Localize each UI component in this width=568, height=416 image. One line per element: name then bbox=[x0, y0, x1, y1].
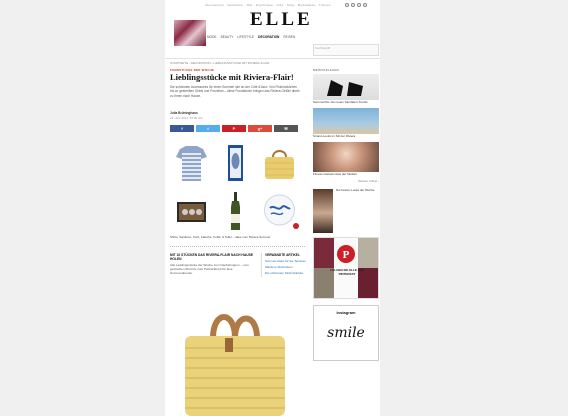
related-link[interactable]: Maritime Wohnideen bbox=[265, 265, 307, 269]
sidebar-link[interactable]: Strand-Looks im Stil der Riviera bbox=[313, 134, 379, 139]
top-links[interactable]: Abonnement · Newsletter · Wer · Ergebnis… bbox=[205, 3, 331, 7]
sidebar-link[interactable]: Sommerhits: die neuen Sandalen-Trends bbox=[313, 100, 379, 105]
twitter-icon[interactable] bbox=[351, 3, 355, 7]
gallery-item-shirt[interactable] bbox=[170, 141, 213, 187]
share-bar: f t P g+ ✉ bbox=[170, 125, 298, 132]
related-title: VERWANDTE ARTIKEL bbox=[265, 253, 300, 257]
gallery-item-bottle[interactable] bbox=[214, 188, 257, 234]
box-title: MIT 10 STÜCKEN DAS RIVIERA-FLAIR NACH HA… bbox=[170, 253, 253, 261]
related-link[interactable]: Die schönsten Picknickkörbe bbox=[265, 271, 307, 275]
sidebar-image[interactable] bbox=[313, 141, 379, 172]
sidebar-link[interactable]: Fitness-Geheimnisse der Models bbox=[313, 172, 379, 177]
related-link[interactable]: Sommer-Deko für die Terrasse bbox=[265, 259, 307, 263]
gallery-caption: Shirts, Sardinen, Korb, Flasche, Koffer … bbox=[170, 235, 271, 239]
gallery-item-basket[interactable] bbox=[258, 141, 301, 187]
pinterest-share-button[interactable]: P bbox=[222, 125, 246, 132]
related-articles: VERWANDTE ARTIKEL Sommer-Deko für die Te… bbox=[261, 253, 307, 277]
pinterest-ad[interactable]: P FOLGEN SIE ELLE AUF PINTEREST bbox=[313, 237, 379, 300]
facebook-icon[interactable] bbox=[345, 3, 349, 7]
product-gallery bbox=[170, 141, 300, 233]
more-articles-link[interactable]: Weitere Artikel › bbox=[313, 179, 379, 183]
article-intro: Die schönsten Accessoires für einen Somm… bbox=[170, 85, 300, 98]
sidebar-heading: MEISTGELESEN bbox=[313, 68, 339, 72]
breadcrumb[interactable]: STARTSEITE › DECORATION › LIEBLINGSSTÜCK… bbox=[170, 61, 269, 65]
search-input[interactable]: Suchbegriff bbox=[313, 44, 379, 56]
email-share-button[interactable]: ✉ bbox=[274, 125, 298, 132]
sidebar-image[interactable] bbox=[313, 74, 379, 100]
dotted-divider bbox=[170, 246, 305, 248]
promo-text: Die besten Looks der Woche bbox=[336, 188, 375, 193]
sidebar-image[interactable] bbox=[313, 107, 379, 134]
nav-item-beauty[interactable]: BEAUTY bbox=[221, 35, 234, 39]
nav-item-decoration[interactable]: DECORATION bbox=[258, 35, 279, 39]
promo-image[interactable] bbox=[174, 20, 206, 46]
nav-item-lifestyle[interactable]: LIFESTYLE bbox=[237, 35, 254, 39]
pinterest-label: FOLGEN SIE ELLE AUF PINTEREST bbox=[330, 268, 364, 277]
article-author[interactable]: Julia Brüninghaus bbox=[170, 111, 198, 115]
twitter-share-button[interactable]: t bbox=[196, 125, 220, 132]
smile-text: smile bbox=[327, 325, 365, 342]
facebook-share-button[interactable]: f bbox=[170, 125, 194, 132]
divider bbox=[165, 58, 380, 59]
nav-item-reisen[interactable]: REISEN bbox=[283, 35, 295, 39]
basket-hero-image bbox=[173, 298, 298, 416]
promo-thumb bbox=[313, 189, 333, 234]
pinterest-icon[interactable] bbox=[357, 3, 361, 7]
gallery-item-case[interactable] bbox=[170, 188, 213, 234]
instagram-icon[interactable] bbox=[363, 3, 367, 7]
article-box: MIT 10 STÜCKEN DAS RIVIERA-FLAIR NACH HA… bbox=[170, 253, 256, 276]
instagram-label: Instagram bbox=[336, 310, 356, 316]
box-text: Alle Lieblingsstücke der Woche zum Nachs… bbox=[170, 263, 249, 276]
page: Abonnement · Newsletter · Wer · Ergebnis… bbox=[165, 0, 380, 416]
gallery-item-plate[interactable] bbox=[258, 188, 301, 234]
social-icons bbox=[345, 3, 367, 7]
main-nav: MODE BEAUTY LIFESTYLE DECORATION REISEN bbox=[207, 35, 295, 39]
sidebar: MEISTGELESEN Sommerhits: die neuen Sanda… bbox=[313, 68, 379, 362]
svg-text:P: P bbox=[343, 249, 350, 261]
article-date: 24. Juni 2014, 10:00 Uhr bbox=[170, 116, 203, 120]
gallery-item-sardines[interactable] bbox=[214, 141, 257, 187]
googleplus-share-button[interactable]: g+ bbox=[248, 125, 272, 132]
nav-item-mode[interactable]: MODE bbox=[207, 35, 217, 39]
elle-logo[interactable]: ELLE bbox=[250, 9, 313, 31]
sidebar-promo[interactable]: Die besten Looks der Woche bbox=[313, 188, 379, 234]
instagram-ad[interactable]: Instagram smile bbox=[313, 305, 379, 362]
article-title: Lieblingsstücke mit Riviera-Flair! bbox=[170, 72, 294, 82]
